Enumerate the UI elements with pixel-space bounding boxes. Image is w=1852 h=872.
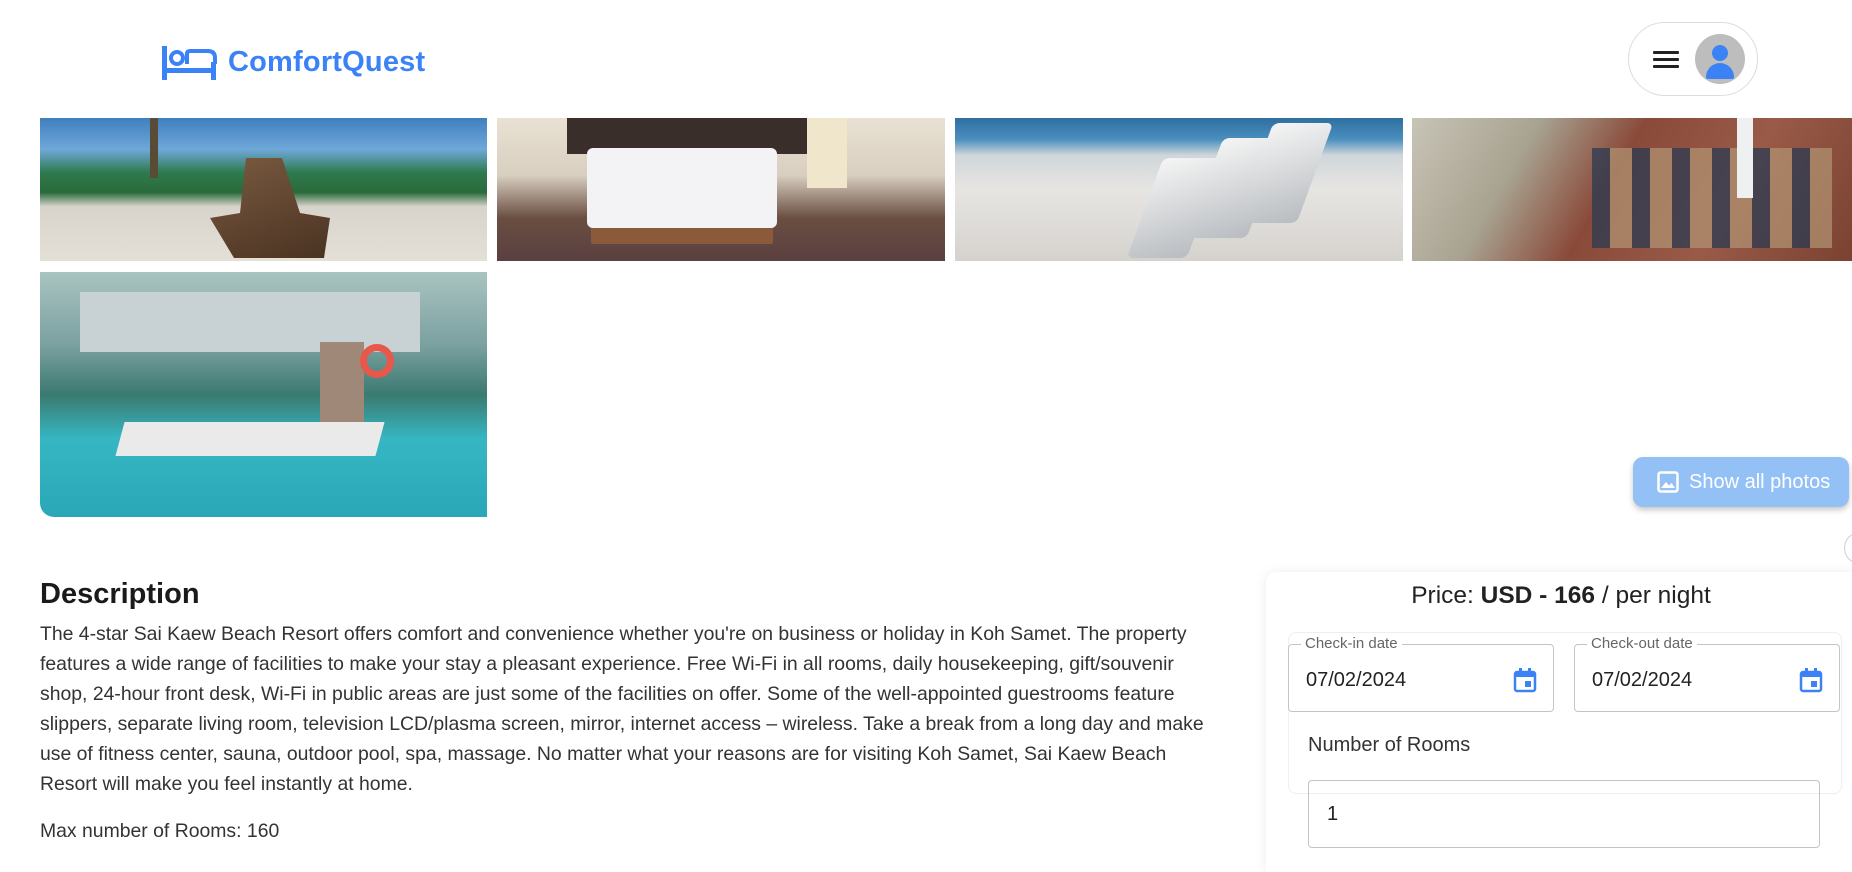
- checkout-date-field[interactable]: Check-out date 07/02/2024: [1574, 635, 1840, 712]
- tables: [1592, 148, 1832, 248]
- doorway: [807, 118, 847, 188]
- checkout-label: Check-out date: [1587, 635, 1697, 652]
- deck: [115, 422, 385, 456]
- roof: [80, 292, 420, 352]
- person-icon: [1712, 45, 1728, 61]
- scroll-indicator[interactable]: [1844, 532, 1852, 564]
- description-text: The 4-star Sai Kaew Beach Resort offers …: [40, 623, 1204, 795]
- avatar: [1695, 34, 1745, 84]
- calendar-icon[interactable]: [1513, 667, 1537, 693]
- beach-chairs-photo[interactable]: [40, 118, 487, 261]
- price-value: USD - 166: [1480, 582, 1596, 609]
- palm-trunk: [150, 118, 158, 178]
- hamburger-icon: [1653, 49, 1679, 69]
- checkout-value: 07/02/2024: [1592, 669, 1693, 691]
- brand-name: ComfortQuest: [228, 45, 426, 78]
- price-prefix: Price:: [1411, 582, 1481, 609]
- checkin-date-field[interactable]: Check-in date 07/02/2024: [1288, 635, 1554, 712]
- life-ring: [360, 344, 394, 378]
- bed-icon: [162, 46, 217, 80]
- brand-logo[interactable]: ComfortQuest: [160, 42, 425, 82]
- hotel-room-photo[interactable]: [497, 118, 945, 261]
- description-heading: Description: [40, 578, 200, 610]
- rooms-input[interactable]: 1: [1308, 780, 1820, 848]
- max-rooms-text: Max number of Rooms: 160: [40, 820, 280, 842]
- image-icon: [1657, 471, 1679, 493]
- show-all-photos-button[interactable]: Show all photos: [1633, 457, 1849, 507]
- wooden-chair: [210, 158, 330, 258]
- restaurant-terrace-photo[interactable]: [1412, 118, 1852, 261]
- rooms-value: 1: [1327, 803, 1339, 825]
- show-all-photos-label: Show all photos: [1689, 470, 1831, 493]
- pool-bar-photo[interactable]: [40, 272, 487, 517]
- calendar-icon[interactable]: [1799, 667, 1823, 693]
- pole: [1737, 118, 1753, 198]
- checkin-value: 07/02/2024: [1306, 669, 1407, 691]
- person-icon-body: [1706, 63, 1734, 79]
- bed: [587, 148, 777, 228]
- user-menu-button[interactable]: [1628, 22, 1758, 96]
- rooms-label: Number of Rooms: [1308, 734, 1471, 756]
- booking-card: Price: USD - 166 / per night Check-in da…: [1266, 572, 1852, 872]
- header: ComfortQuest: [0, 0, 1852, 118]
- price-display: Price: USD - 166 / per night: [1266, 582, 1852, 610]
- price-suffix: / per night: [1595, 582, 1711, 609]
- checkin-label: Check-in date: [1301, 635, 1402, 652]
- beach-loungers-photo[interactable]: [955, 118, 1403, 261]
